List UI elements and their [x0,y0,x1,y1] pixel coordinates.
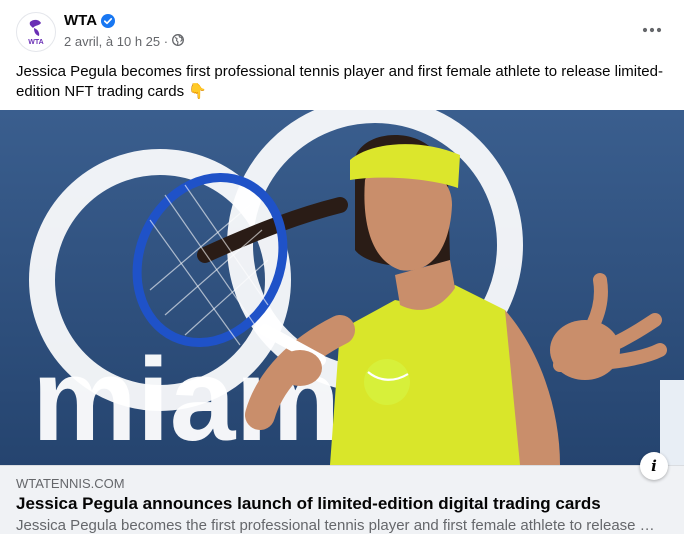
post-timestamp[interactable]: 2 avril, à 10 h 25 · [64,34,168,49]
info-icon[interactable]: i [640,452,668,480]
post-header: WTA WTA 2 avril, à 10 h 25 · [0,0,684,60]
post-meta: 2 avril, à 10 h 25 · [64,34,185,49]
page-name-text[interactable]: WTA [64,12,97,29]
globe-icon [172,34,185,49]
link-description: Jessica Pegula becomes the first profess… [16,517,656,534]
post-photo[interactable]: miam [0,110,684,465]
link-preview[interactable]: WTATENNIS.COM Jessica Pegula announces l… [0,452,684,534]
post-card: WTA WTA 2 avril, à 10 h 25 · Jessica Peg… [0,0,684,534]
more-dots-icon [642,27,662,33]
page-avatar[interactable]: WTA [16,12,56,52]
caption-text: Jessica Pegula becomes first professiona… [16,63,663,100]
pointing-down-emoji: 👇 [188,83,207,100]
more-options-button[interactable] [634,16,670,44]
page-name[interactable]: WTA [64,12,116,29]
link-domain: WTATENNIS.COM [16,476,125,491]
link-title[interactable]: Jessica Pegula announces launch of limit… [16,494,601,514]
svg-text:WTA: WTA [28,39,43,46]
post-caption: Jessica Pegula becomes first professiona… [16,62,666,102]
verified-badge-icon [101,13,116,28]
